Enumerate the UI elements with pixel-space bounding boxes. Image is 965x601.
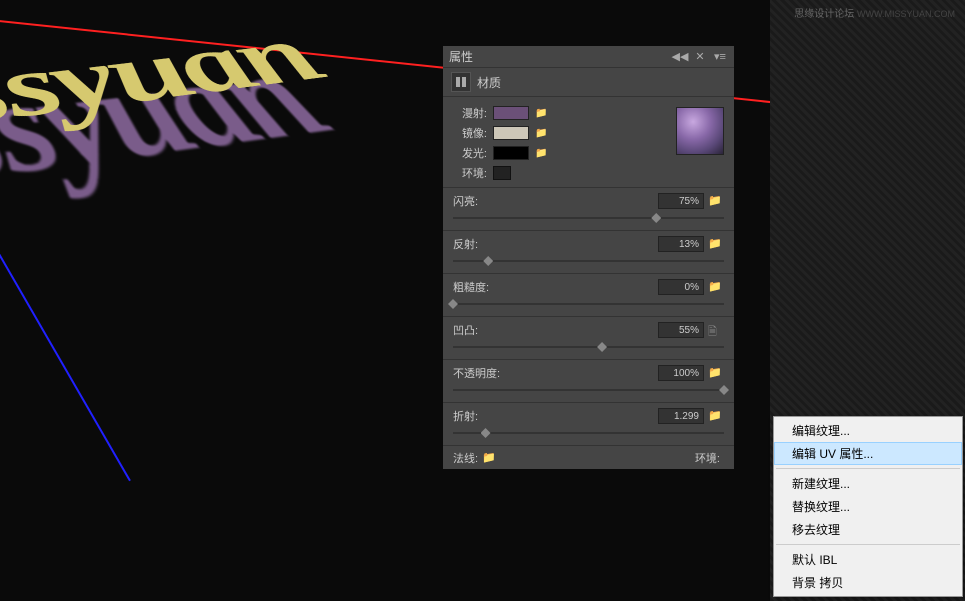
refract-input[interactable] (658, 408, 704, 424)
menu-new-texture[interactable]: 新建纹理... (774, 472, 962, 495)
opacity-folder[interactable]: 📁 (708, 366, 724, 380)
panel-menu-icon[interactable]: ▾≡ (712, 49, 728, 65)
opacity-input[interactable] (658, 365, 704, 381)
opacity-block: 不透明度: 📁 (443, 359, 734, 402)
normal-folder[interactable]: 📁 (482, 451, 498, 464)
env-label: 环境: (695, 450, 720, 466)
ambient-swatch[interactable] (493, 166, 511, 180)
emit-label: 发光: (453, 145, 487, 161)
panel-collapse-icon[interactable]: ◀◀ (672, 49, 688, 65)
menu-replace-texture[interactable]: 替换纹理... (774, 495, 962, 518)
panel-section-header: 材质 (443, 68, 734, 96)
specular-folder[interactable]: 📁 (535, 126, 553, 140)
texture-context-menu: 编辑纹理... 编辑 UV 属性... 新建纹理... 替换纹理... 移去纹理… (773, 416, 963, 597)
ambient-label: 环境: (453, 165, 487, 181)
specular-swatch[interactable] (493, 126, 529, 140)
opacity-label: 不透明度: (453, 365, 654, 381)
rough-input[interactable] (658, 279, 704, 295)
menu-separator (776, 544, 960, 545)
shine-label: 闪亮: (453, 193, 654, 209)
shine-input[interactable] (658, 193, 704, 209)
opacity-slider[interactable] (453, 382, 724, 398)
watermark-main: 思缘设计论坛 (794, 9, 854, 20)
diffuse-folder[interactable]: 📁 (535, 106, 553, 120)
reflect-block: 反射: 📁 (443, 230, 734, 273)
watermark: 思缘设计论坛 WWW.MISSYUAN.COM (794, 5, 955, 20)
diffuse-label: 漫射: (453, 105, 487, 121)
panel-close-icon[interactable]: ✕ (692, 49, 708, 65)
rough-label: 粗糙度: (453, 279, 654, 295)
panel-title: 属性 (449, 48, 668, 65)
refract-folder[interactable]: 📁 (708, 409, 724, 423)
shine-folder[interactable]: 📁 (708, 194, 724, 208)
rough-block: 粗糙度: 📁 (443, 273, 734, 316)
menu-edit-texture[interactable]: 编辑纹理... (774, 419, 962, 442)
reflect-folder[interactable]: 📁 (708, 237, 724, 251)
panel-titlebar[interactable]: 属性 ◀◀ ✕ ▾≡ (443, 46, 734, 68)
rough-folder[interactable]: 📁 (708, 280, 724, 294)
bump-label: 凹凸: (453, 322, 654, 338)
menu-remove-texture[interactable]: 移去纹理 (774, 518, 962, 541)
material-preview-sphere[interactable] (676, 107, 724, 155)
menu-bg-copy[interactable]: 背景 拷贝 (774, 571, 962, 594)
menu-edit-uv[interactable]: 编辑 UV 属性... (774, 442, 962, 465)
rough-slider[interactable] (453, 296, 724, 312)
watermark-url: WWW.MISSYUAN.COM (857, 9, 955, 19)
bump-slider[interactable] (453, 339, 724, 355)
reflect-slider[interactable] (453, 253, 724, 269)
normal-label: 法线: (453, 450, 478, 466)
material-icon[interactable] (451, 72, 471, 92)
bump-input[interactable] (658, 322, 704, 338)
emit-folder[interactable]: 📁 (535, 146, 553, 160)
emit-swatch[interactable] (493, 146, 529, 160)
bump-texture-button[interactable]: 🗎 (708, 323, 724, 337)
refract-block: 折射: 📁 (443, 402, 734, 445)
menu-separator (776, 468, 960, 469)
axis-z (0, 221, 131, 482)
reflect-input[interactable] (658, 236, 704, 252)
refract-slider[interactable] (453, 425, 724, 441)
refract-label: 折射: (453, 408, 654, 424)
shine-block: 闪亮: 📁 (443, 187, 734, 230)
panel-footer-row: 法线: 📁 环境: (443, 445, 734, 469)
bump-block: 凹凸: 🗎 (443, 316, 734, 359)
shine-slider[interactable] (453, 210, 724, 226)
specular-label: 镜像: (453, 125, 487, 141)
menu-default-ibl[interactable]: 默认 IBL (774, 548, 962, 571)
reflect-label: 反射: (453, 236, 654, 252)
section-label: 材质 (477, 74, 501, 91)
properties-panel: 属性 ◀◀ ✕ ▾≡ 材质 漫射: 📁 镜像: 📁 发光: 📁 环境: (443, 46, 734, 469)
material-colors-block: 漫射: 📁 镜像: 📁 发光: 📁 环境: (443, 96, 734, 187)
diffuse-swatch[interactable] (493, 106, 529, 120)
